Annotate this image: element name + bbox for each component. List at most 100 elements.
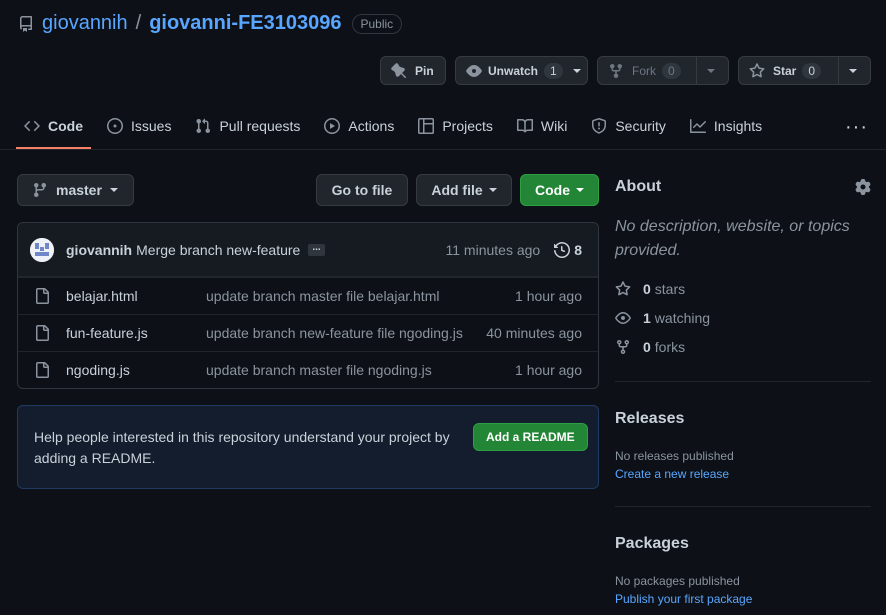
- star-dropdown[interactable]: [838, 57, 867, 84]
- pin-button[interactable]: Pin: [380, 56, 446, 85]
- tab-wiki[interactable]: Wiki: [509, 106, 575, 146]
- star-icon: [749, 62, 765, 77]
- identicon-icon: [30, 237, 54, 262]
- eye-icon: [466, 64, 482, 77]
- add-readme-label: Add a README: [486, 430, 575, 444]
- tab-security[interactable]: Security: [583, 106, 674, 146]
- forks-count: 0: [643, 339, 651, 355]
- tab-label: Projects: [442, 118, 493, 134]
- tab-label: Actions: [348, 118, 395, 134]
- tab-label: Pull requests: [219, 118, 301, 134]
- add-file-label: Add file: [431, 182, 483, 198]
- file-icon: [36, 288, 49, 304]
- tab-label: Wiki: [540, 118, 568, 134]
- file-commit-message[interactable]: update branch master file belajar.html: [206, 288, 468, 304]
- tab-code[interactable]: Code: [16, 106, 91, 149]
- commit-author[interactable]: giovannih: [66, 242, 132, 258]
- commit-history-link[interactable]: 8: [554, 242, 582, 258]
- pin-icon: [391, 62, 407, 78]
- more-menu-button[interactable]: ···: [845, 116, 868, 139]
- add-file-button[interactable]: Add file: [416, 174, 512, 206]
- tab-label: Insights: [713, 118, 763, 134]
- file-time: 1 hour ago: [515, 288, 582, 304]
- tab-insights[interactable]: Insights: [682, 106, 770, 146]
- fork-dropdown[interactable]: [696, 57, 725, 84]
- table-row: fun-feature.js update branch new-feature…: [18, 314, 598, 351]
- add-readme-button[interactable]: Add a README: [473, 423, 588, 451]
- eye-icon: [615, 312, 631, 324]
- file-time: 40 minutes ago: [486, 325, 582, 341]
- unwatch-label: Unwatch: [488, 63, 539, 78]
- issue-icon: [107, 118, 123, 134]
- go-to-file-button[interactable]: Go to file: [316, 174, 408, 206]
- file-commit-message[interactable]: update branch master file ngoding.js: [206, 362, 468, 378]
- code-button[interactable]: Code: [520, 174, 599, 206]
- repo-owner-link[interactable]: giovannih: [42, 12, 128, 35]
- packages-heading[interactable]: Packages: [615, 535, 689, 553]
- star-label: Star: [773, 63, 797, 78]
- file-icon: [36, 325, 49, 341]
- tab-projects[interactable]: Projects: [410, 106, 501, 146]
- avatar[interactable]: [30, 237, 54, 262]
- file-name-link[interactable]: belajar.html: [66, 288, 206, 304]
- about-heading: About: [615, 178, 662, 195]
- sidebar-divider: [615, 506, 871, 507]
- caret-down-icon: [109, 188, 118, 192]
- about-description: No description, website, or topics provi…: [615, 218, 850, 259]
- file-name-link[interactable]: ngoding.js: [66, 362, 206, 378]
- caret-down-icon: [488, 188, 497, 192]
- stars-label: stars: [654, 281, 686, 297]
- stars-stat[interactable]: 0 stars: [615, 281, 685, 297]
- unwatch-button[interactable]: Unwatch 1: [455, 56, 588, 85]
- fork-label: Fork: [632, 63, 656, 78]
- forks-stat[interactable]: 0 forks: [615, 339, 685, 355]
- tab-pull-requests[interactable]: Pull requests: [187, 106, 308, 146]
- tab-issues[interactable]: Issues: [99, 106, 179, 146]
- file-list: giovannih Merge branch new-feature ... 1…: [17, 222, 599, 389]
- repo-tabs: Code Issues Pull requests Actions Projec…: [16, 106, 778, 149]
- unwatch-dropdown-caret[interactable]: [572, 68, 581, 73]
- watching-stat[interactable]: 1 watching: [615, 310, 710, 326]
- pull-request-icon: [196, 118, 211, 134]
- fork-icon: [610, 63, 622, 78]
- readme-prompt-text: Help people interested in this repositor…: [34, 429, 450, 466]
- commit-message[interactable]: Merge branch new-feature: [136, 242, 300, 258]
- fork-icon: [617, 340, 629, 355]
- tab-label: Code: [48, 118, 83, 134]
- file-icon: [36, 362, 49, 378]
- caret-down-icon: [576, 188, 584, 192]
- create-release-link[interactable]: Create a new release: [615, 467, 729, 481]
- file-commit-message[interactable]: update branch new-feature file ngoding.j…: [206, 325, 468, 341]
- code-label: Code: [535, 182, 570, 198]
- branch-name: master: [56, 182, 102, 198]
- sidebar-divider: [615, 381, 871, 382]
- file-name-link[interactable]: fun-feature.js: [66, 325, 206, 341]
- repo-header: giovannih / giovanni-FE3103096 Public: [18, 12, 403, 35]
- star-counter: 0: [802, 62, 822, 79]
- commit-count: 8: [574, 241, 582, 258]
- code-icon: [24, 120, 40, 132]
- repo-icon: [19, 15, 32, 32]
- forks-label: forks: [654, 339, 686, 355]
- tab-label: Security: [615, 118, 666, 134]
- tab-actions[interactable]: Actions: [316, 106, 402, 146]
- tabs-divider: [0, 149, 886, 150]
- star-icon: [615, 281, 631, 296]
- table-row: ngoding.js update branch master file ngo…: [18, 351, 598, 388]
- caret-down-icon: [707, 68, 715, 73]
- graph-icon: [689, 119, 706, 133]
- commit-expand-button[interactable]: ...: [308, 242, 325, 256]
- pin-label: Pin: [415, 63, 434, 78]
- star-button[interactable]: Star 0: [738, 56, 871, 85]
- repo-name-link[interactable]: giovanni-FE3103096: [149, 12, 341, 35]
- branch-selector[interactable]: master: [17, 174, 134, 206]
- fork-button[interactable]: Fork 0: [597, 56, 729, 85]
- publish-package-link[interactable]: Publish your first package: [615, 592, 752, 606]
- gear-icon[interactable]: [855, 179, 871, 195]
- releases-heading[interactable]: Releases: [615, 410, 684, 428]
- history-icon: [554, 241, 571, 258]
- caret-down-icon: [849, 68, 857, 73]
- play-icon: [324, 118, 341, 134]
- fork-counter: 0: [662, 62, 681, 79]
- table-icon: [418, 118, 435, 134]
